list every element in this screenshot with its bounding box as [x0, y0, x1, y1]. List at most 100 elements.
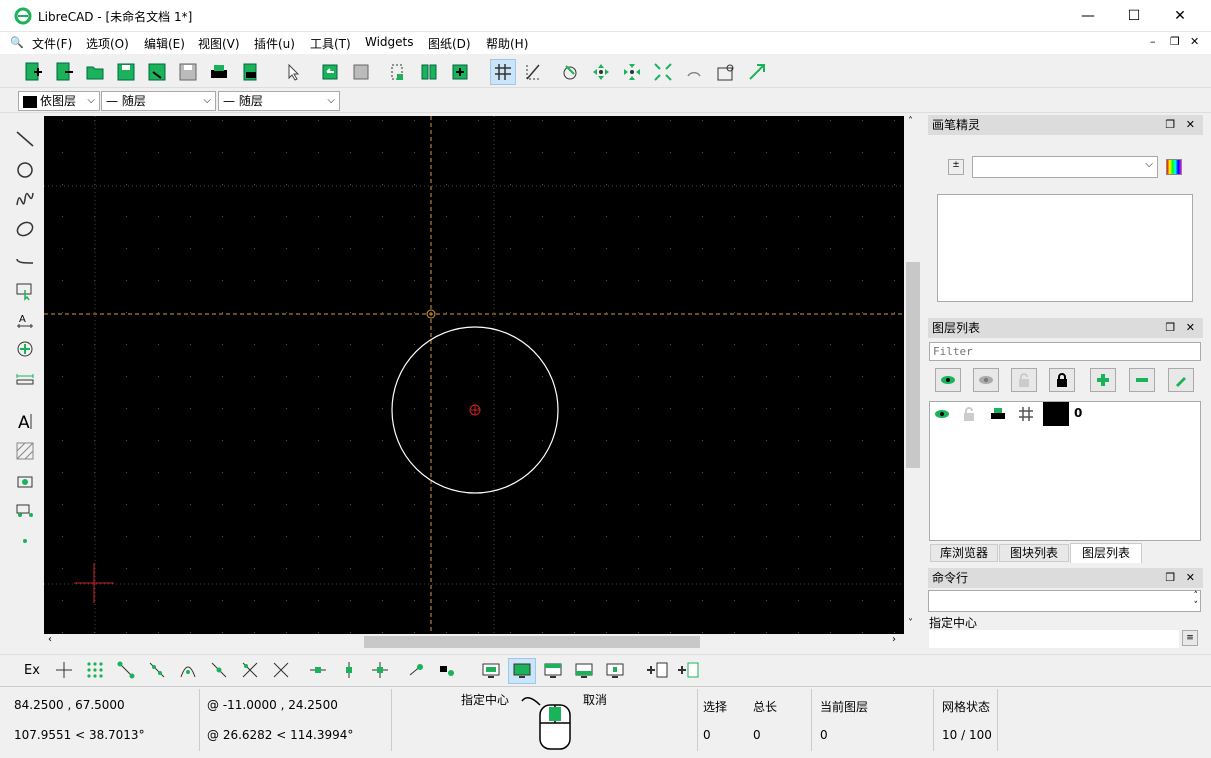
select-pointer-icon[interactable] — [280, 59, 306, 85]
tab-block-list[interactable]: 图块列表 — [999, 544, 1069, 562]
zoom-previous-icon[interactable] — [681, 59, 707, 85]
menu-plugins[interactable]: 插件(u) — [254, 35, 295, 52]
menu-drawing[interactable]: 图纸(D) — [428, 35, 471, 52]
set-relative-zero-icon[interactable] — [408, 661, 426, 679]
menu-options[interactable]: 选项(O) — [86, 35, 129, 52]
menu-help[interactable]: 帮助(H) — [486, 35, 528, 52]
command-input[interactable] — [929, 630, 1179, 648]
maximize-button[interactable]: ☐ — [1111, 0, 1157, 32]
scroll-right-icon[interactable]: › — [892, 634, 896, 645]
spline-tool-icon[interactable] — [12, 186, 38, 212]
zoom-out-icon[interactable] — [619, 59, 645, 85]
text-tool-icon[interactable]: A — [12, 408, 38, 434]
edit-layer-button[interactable] — [1168, 368, 1194, 392]
zoom-window-icon[interactable] — [713, 59, 739, 85]
hatch-tool-icon[interactable] — [12, 438, 38, 464]
print-preview-icon[interactable] — [237, 59, 263, 85]
view-normal-button[interactable] — [477, 658, 505, 684]
snap-grid-icon[interactable] — [86, 661, 104, 679]
color-picker-icon[interactable] — [1166, 159, 1182, 175]
vertical-scrollbar[interactable]: ˄ ˅ — [904, 116, 922, 634]
pen-list[interactable] — [937, 194, 1193, 302]
mdi-minimize-button[interactable]: – — [1150, 35, 1156, 48]
restrict-vertical-icon[interactable] — [340, 661, 358, 679]
unlock-icon[interactable] — [963, 407, 975, 421]
modify-tool-icon[interactable] — [12, 336, 38, 362]
print-icon[interactable] — [990, 407, 1006, 421]
view-option-5-button[interactable] — [601, 658, 629, 684]
snap-intersection-icon[interactable] — [272, 661, 290, 679]
lock-all-layers-button[interactable] — [1049, 368, 1075, 392]
pen-select-combo[interactable]: ⌵ — [972, 156, 1158, 178]
lock-relative-zero-icon[interactable] — [439, 661, 457, 679]
restrict-orthogonal-icon[interactable] — [371, 661, 389, 679]
dimension-tool-icon[interactable]: A — [12, 308, 38, 334]
restrict-horizontal-icon[interactable] — [309, 661, 327, 679]
snap-endpoint-icon[interactable] — [117, 661, 135, 679]
block-tool-icon[interactable] — [12, 498, 38, 524]
construction-layer-icon[interactable] — [1018, 406, 1034, 422]
polyline-tool-icon[interactable] — [12, 246, 38, 272]
new-template-icon[interactable] — [51, 59, 77, 85]
snap-center-icon[interactable] — [179, 661, 197, 679]
tab-layer-list[interactable]: 图层列表 — [1070, 543, 1142, 563]
snap-distance-icon[interactable] — [241, 661, 259, 679]
ellipse-tool-icon[interactable] — [12, 216, 38, 242]
pen-palette-button[interactable]: ± — [948, 159, 964, 175]
line-tool-icon[interactable] — [12, 126, 38, 152]
snap-exclusive-button[interactable]: Ex — [24, 663, 40, 678]
save-icon[interactable] — [113, 59, 139, 85]
close-button[interactable]: ✕ — [1157, 0, 1203, 32]
horizontal-scroll-thumb[interactable] — [364, 636, 700, 648]
remove-layer-button[interactable] — [1129, 368, 1155, 392]
color-combo[interactable]: 依图层 ⌵ — [18, 91, 100, 111]
view-option-3-button[interactable] — [539, 658, 567, 684]
linewidth-combo[interactable]: — 随层 ⌵ — [218, 91, 340, 111]
select-tool-icon[interactable] — [12, 278, 38, 304]
show-all-layers-button[interactable] — [935, 368, 961, 392]
command-menu-icon[interactable]: ≡ — [1182, 630, 1198, 646]
save-all-icon[interactable] — [175, 59, 201, 85]
cut-icon[interactable] — [416, 59, 442, 85]
horizontal-scrollbar[interactable]: ‹ › — [44, 634, 904, 650]
scroll-up-down-icon[interactable]: ˄ ˅ — [1194, 591, 1199, 611]
view-selected-button[interactable] — [508, 658, 536, 684]
menu-edit[interactable]: 编辑(E) — [144, 35, 185, 52]
panel-float-close-icon[interactable]: ❐ ✕ — [1165, 568, 1195, 588]
paste-icon[interactable] — [447, 59, 473, 85]
minimize-button[interactable]: — — [1065, 0, 1111, 32]
zoom-pan-icon[interactable] — [744, 59, 770, 85]
circle-tool-icon[interactable] — [12, 157, 38, 183]
menu-tools[interactable]: 工具(T) — [310, 35, 351, 52]
copy-icon[interactable] — [385, 59, 411, 85]
panel-float-close-icon[interactable]: ❐ ✕ — [1165, 318, 1195, 338]
scroll-left-icon[interactable]: ‹ — [48, 634, 52, 645]
snap-entity-icon[interactable] — [148, 661, 166, 679]
table-row[interactable]: 0 — [930, 402, 1200, 426]
point-tool-icon[interactable] — [12, 528, 38, 554]
snap-free-icon[interactable] — [55, 661, 73, 679]
vertical-scroll-thumb[interactable] — [906, 262, 920, 468]
panel-float-close-icon[interactable]: ❐ ✕ — [1165, 115, 1195, 135]
tab-library-browser[interactable]: 库浏览器 — [930, 544, 998, 562]
measure-tool-icon[interactable] — [12, 366, 38, 392]
menu-file[interactable]: 文件(F) — [32, 35, 72, 52]
save-as-icon[interactable] — [144, 59, 170, 85]
open-folder-icon[interactable] — [82, 59, 108, 85]
command-history[interactable]: ˄ ˅ — [928, 590, 1201, 612]
zoom-in-icon[interactable] — [588, 59, 614, 85]
zoom-auto-icon[interactable] — [650, 59, 676, 85]
scroll-up-icon[interactable]: ˄ — [908, 116, 913, 127]
hide-all-layers-button[interactable] — [973, 368, 999, 392]
menu-widgets[interactable]: Widgets — [365, 35, 414, 49]
new-file-icon[interactable] — [20, 59, 46, 85]
redo-icon[interactable] — [348, 59, 374, 85]
linetype-combo[interactable]: — 随层 ⌵ — [101, 91, 216, 111]
layer-color-swatch[interactable] — [1043, 402, 1069, 426]
undo-icon[interactable] — [317, 59, 343, 85]
redraw-icon[interactable] — [557, 59, 583, 85]
unlock-all-layers-button[interactable] — [1011, 368, 1037, 392]
add-widget-icon[interactable] — [677, 661, 699, 679]
scroll-down-icon[interactable]: ˅ — [908, 618, 913, 629]
menu-view[interactable]: 视图(V) — [198, 35, 240, 52]
